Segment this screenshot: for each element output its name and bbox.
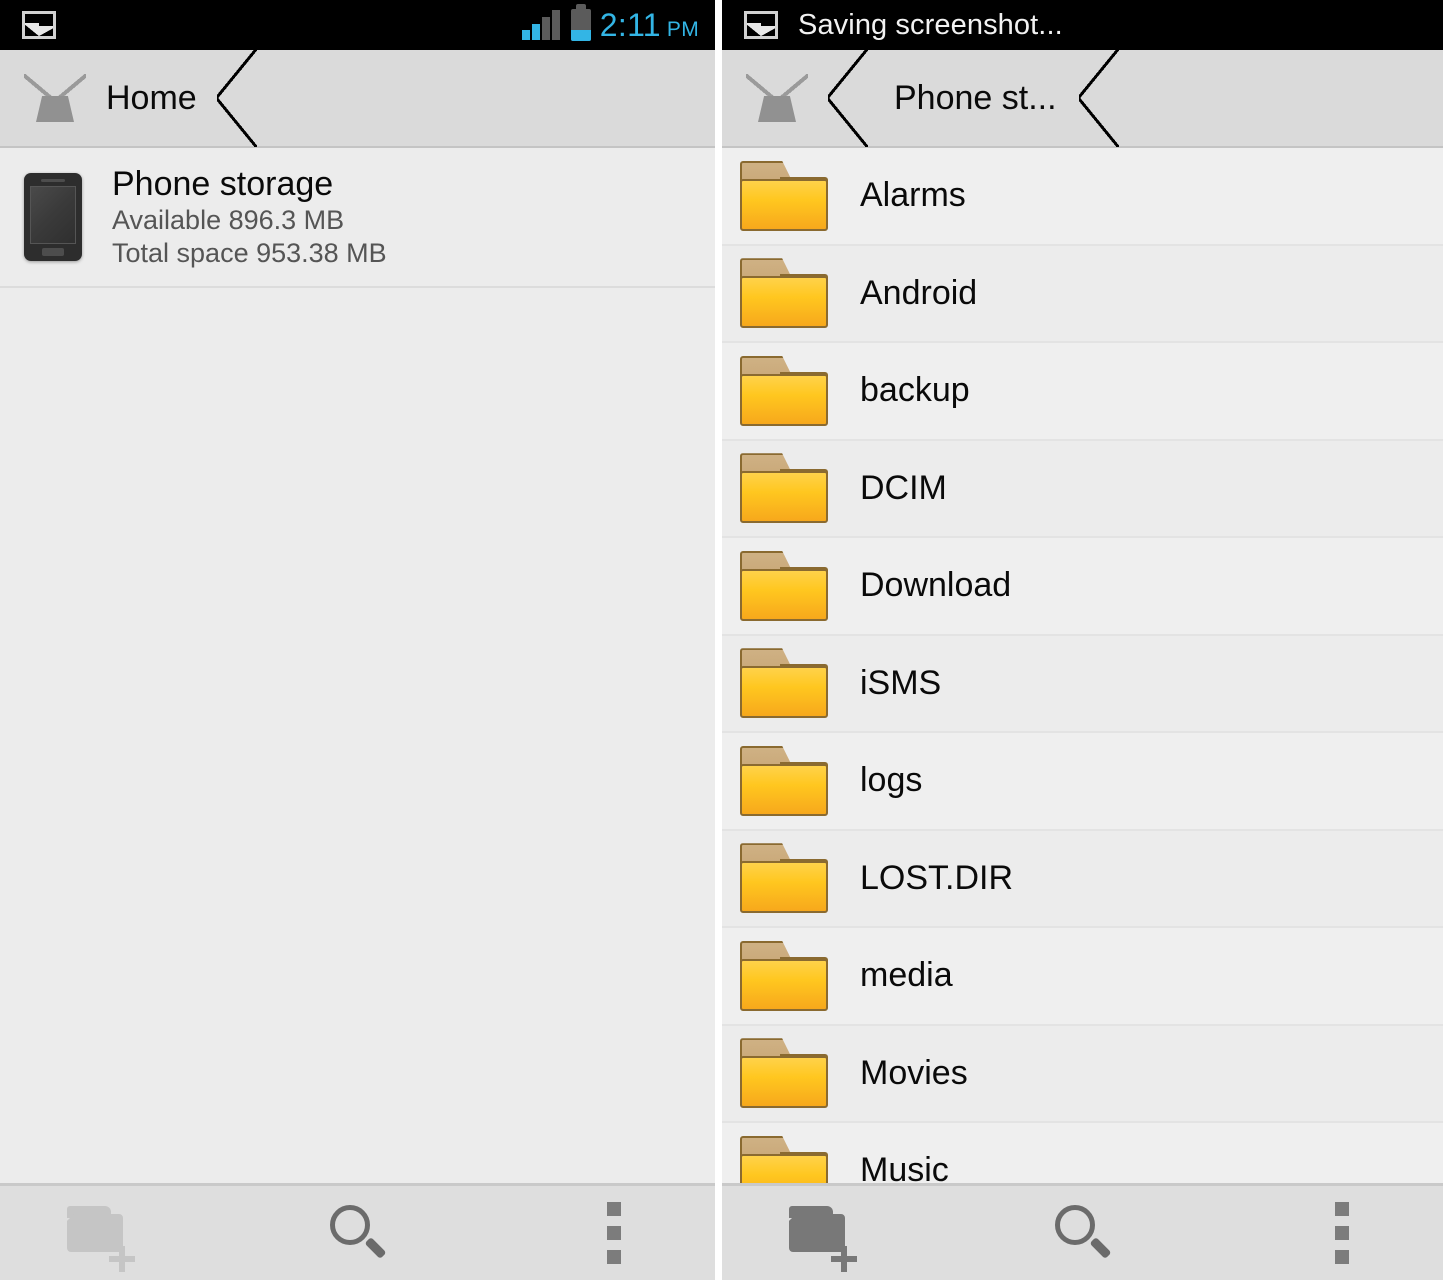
right-status-notifications: Saving screenshot... (722, 9, 1063, 42)
overflow-menu-button[interactable] (1287, 1190, 1397, 1276)
new-folder-button[interactable] (768, 1190, 878, 1276)
file-name: Download (860, 566, 1012, 605)
clock-time: 2:11 (599, 6, 661, 43)
left-status-notifications (0, 11, 56, 39)
file-row[interactable]: backup (722, 343, 1443, 441)
folder-icon (740, 843, 828, 914)
right-content: Alarms Android backup DCIM Download iSMS logs L… (722, 148, 1443, 1183)
search-icon (1054, 1205, 1111, 1261)
file-row[interactable]: LOST.DIR (722, 830, 1443, 928)
file-row[interactable]: Music (722, 1123, 1443, 1183)
new-folder-button[interactable] (46, 1190, 156, 1276)
file-row[interactable]: iSMS (722, 635, 1443, 733)
file-list: Alarms Android backup DCIM Download iSMS logs L… (722, 148, 1443, 1183)
breadcrumb-current-label: Phone st... (894, 78, 1057, 117)
file-row[interactable]: Download (722, 538, 1443, 636)
left-content: Phone storage Available 896.3 MB Total s… (0, 148, 715, 1183)
file-row[interactable]: Android (722, 245, 1443, 343)
clock-ampm: PM (666, 17, 699, 41)
folder-icon (740, 1038, 828, 1109)
file-row[interactable]: Alarms (722, 148, 1443, 246)
folder-icon (740, 453, 828, 524)
dual-screenshot-container: 2:11 PM Home Phone storage Available 896… (0, 0, 1443, 1280)
battery-icon (570, 4, 591, 41)
folder-icon (740, 550, 828, 621)
search-button[interactable] (1028, 1190, 1138, 1276)
storage-text-block: Phone storage Available 896.3 MB Total s… (112, 164, 387, 270)
file-name: iSMS (860, 663, 942, 702)
storage-total: Total space 953.38 MB (112, 238, 387, 269)
file-name: logs (860, 761, 923, 800)
folder-icon (740, 160, 828, 231)
chevron-right-icon (209, 49, 263, 147)
notification-text: Saving screenshot... (798, 8, 1063, 41)
file-row[interactable]: Movies (722, 1025, 1443, 1123)
left-bottom-toolbar (0, 1183, 715, 1280)
left-breadcrumb: Home (0, 49, 715, 148)
overflow-menu-icon (1335, 1202, 1349, 1264)
folder-icon (740, 940, 828, 1011)
overflow-menu-button[interactable] (559, 1190, 669, 1276)
file-row[interactable]: media (722, 928, 1443, 1026)
clock: 2:11 PM (600, 7, 699, 44)
new-folder-icon (787, 1202, 859, 1272)
phone-icon (24, 173, 82, 261)
file-name: Android (860, 273, 978, 312)
right-status-bar: Saving screenshot... (722, 0, 1443, 50)
file-name: Alarms (860, 176, 966, 215)
overflow-menu-icon (607, 1202, 621, 1264)
file-name: DCIM (860, 468, 947, 507)
chevron-right-icon (820, 49, 874, 147)
breadcrumb-home-label: Home (106, 78, 197, 117)
file-name: backup (860, 371, 970, 410)
right-breadcrumb: Phone st... (722, 49, 1443, 148)
home-icon (746, 74, 808, 122)
breadcrumb-item-home[interactable]: Home (0, 50, 209, 146)
right-bottom-toolbar (722, 1183, 1443, 1280)
storage-title: Phone storage (112, 165, 334, 203)
picture-icon (744, 11, 778, 39)
signal-bars-icon (521, 10, 562, 40)
breadcrumb-item-current[interactable]: Phone st... (874, 50, 1057, 146)
folder-icon (740, 745, 828, 816)
file-name: Movies (860, 1053, 968, 1092)
new-folder-icon (65, 1202, 137, 1272)
home-icon (24, 74, 86, 122)
right-screen: Saving screenshot... Phone st... Alarms A… (722, 0, 1443, 1280)
file-name: media (860, 956, 953, 995)
left-screen: 2:11 PM Home Phone storage Available 896… (0, 0, 715, 1280)
folder-icon (740, 648, 828, 719)
left-status-bar: 2:11 PM (0, 0, 715, 50)
left-status-system-icons: 2:11 PM (521, 4, 715, 44)
file-row[interactable]: DCIM (722, 440, 1443, 538)
folder-icon (740, 1135, 828, 1183)
chevron-right-icon (1071, 49, 1125, 147)
folder-icon (740, 258, 828, 329)
folder-icon (740, 355, 828, 426)
panel-divider (715, 0, 722, 1280)
file-name: LOST.DIR (860, 858, 1014, 897)
picture-icon (22, 11, 56, 39)
storage-available: Available 896.3 MB (112, 205, 345, 236)
breadcrumb-item-home[interactable] (722, 50, 820, 146)
search-icon (329, 1205, 386, 1261)
list-item-phone-storage[interactable]: Phone storage Available 896.3 MB Total s… (0, 148, 715, 288)
search-button[interactable] (303, 1190, 413, 1276)
file-name: Music (860, 1151, 949, 1183)
file-row[interactable]: logs (722, 733, 1443, 831)
